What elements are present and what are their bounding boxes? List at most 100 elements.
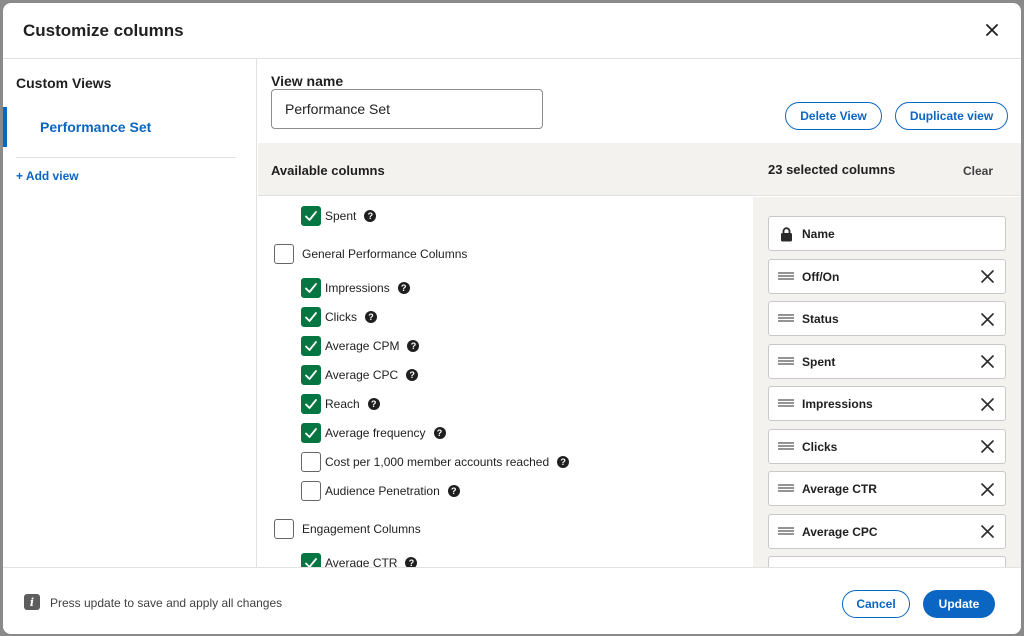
help-icon[interactable]: ? <box>557 456 570 468</box>
column-group[interactable]: General Performance Columns <box>274 243 467 265</box>
help-icon[interactable]: ? <box>397 282 410 294</box>
close-icon <box>986 24 998 36</box>
column-option[interactable]: Audience Penetration? <box>301 480 460 502</box>
column-checkbox[interactable] <box>301 394 321 414</box>
drag-handle-icon[interactable] <box>778 397 794 411</box>
help-icon[interactable]: ? <box>365 311 377 323</box>
add-view-link[interactable]: + Add view <box>16 169 79 183</box>
selected-column-chip[interactable]: Clicks <box>768 428 1006 464</box>
column-checkbox[interactable] <box>301 336 321 356</box>
remove-column-button[interactable] <box>978 395 996 413</box>
lock-icon <box>778 226 794 241</box>
selected-column-label: Spent <box>802 354 836 369</box>
selected-columns-panel[interactable]: Name Off/On Status Spent Impressions Clicks Av… <box>753 197 1021 567</box>
close-icon <box>980 270 994 283</box>
column-option-label: Engagement Columns <box>302 522 421 536</box>
view-name-input[interactable] <box>271 89 543 129</box>
remove-column-button[interactable] <box>978 523 996 541</box>
close-button[interactable] <box>981 19 1003 41</box>
delete-view-button[interactable]: Delete View <box>785 102 882 130</box>
selected-column-chip[interactable]: Impressions <box>768 386 1006 421</box>
sidebar-divider <box>16 157 236 158</box>
selected-column-label: Clicks <box>802 439 838 454</box>
column-option[interactable]: Spent? <box>301 205 377 227</box>
selected-column-label: Average CTR <box>802 482 877 496</box>
help-icon[interactable]: ? <box>364 210 377 222</box>
selected-column-label: Off/On <box>802 269 840 284</box>
column-option[interactable]: Cost per 1,000 member accounts reached? <box>301 451 570 473</box>
selected-columns-count: 23 selected columns <box>768 162 896 177</box>
help-icon[interactable]: ? <box>447 485 460 497</box>
close-icon <box>980 482 994 496</box>
checkmark-icon <box>305 558 317 567</box>
drag-handle-icon[interactable] <box>778 440 794 454</box>
help-icon[interactable]: ? <box>405 557 418 567</box>
column-option[interactable]: Clicks? <box>301 306 377 328</box>
active-indicator <box>3 107 7 147</box>
remove-column-button[interactable] <box>978 353 996 371</box>
selected-column-chip[interactable]: Average CTR <box>768 471 1006 506</box>
selected-column-chip[interactable]: Status <box>768 301 1006 336</box>
duplicate-view-button[interactable]: Duplicate view <box>895 102 1008 130</box>
available-columns-list[interactable]: Spent? General Performance Columns Impress… <box>258 197 753 567</box>
checkmark-icon <box>305 370 317 380</box>
column-option[interactable]: Average frequency? <box>301 422 446 444</box>
column-option-label: Cost per 1,000 member accounts reached <box>325 455 550 469</box>
column-checkbox[interactable] <box>301 553 321 567</box>
help-icon[interactable]: ? <box>407 340 420 352</box>
clear-button[interactable]: Clear <box>963 164 993 178</box>
modal-footer: i Press update to save and apply all cha… <box>3 567 1021 634</box>
sidebar-item-performance-set[interactable]: Performance Set <box>3 107 256 147</box>
drag-handle-icon[interactable] <box>778 355 794 369</box>
column-checkbox[interactable] <box>274 244 294 264</box>
drag-handle-icon[interactable] <box>778 482 794 496</box>
column-checkbox[interactable] <box>301 481 321 501</box>
sidebar-item-label: Performance Set <box>40 119 152 135</box>
selected-column-chip[interactable]: Off/On <box>768 258 1006 294</box>
column-option-label: Average frequency <box>325 426 426 440</box>
column-option-label: Impressions <box>325 281 390 295</box>
help-icon[interactable]: ? <box>367 398 380 410</box>
column-option-label: General Performance Columns <box>302 247 468 261</box>
selected-column-chip[interactable]: Spent <box>768 343 1006 379</box>
checkmark-icon <box>305 312 317 322</box>
checkmark-icon <box>305 341 317 351</box>
column-option-label: Clicks <box>325 310 357 324</box>
column-checkbox[interactable] <box>301 452 321 472</box>
column-checkbox[interactable] <box>301 278 321 298</box>
help-icon[interactable]: ? <box>433 427 446 439</box>
column-option[interactable]: Average CTR? <box>301 552 418 567</box>
selected-column-chip[interactable]: Name <box>768 216 1006 251</box>
column-option-label: Average CPM <box>325 339 400 353</box>
column-option[interactable]: Reach? <box>301 393 380 415</box>
remove-column-button[interactable] <box>978 438 996 456</box>
close-icon <box>980 440 994 453</box>
column-checkbox[interactable] <box>301 365 321 385</box>
column-checkbox[interactable] <box>274 519 294 539</box>
sidebar-title: Custom Views <box>16 75 112 91</box>
selected-column-chip[interactable]: Average CPC <box>768 513 1006 549</box>
columns-header: Available columns 23 selected columns Cl… <box>258 143 1021 196</box>
column-group[interactable]: Engagement Columns <box>274 518 421 540</box>
selected-column-chip[interactable] <box>768 556 1006 567</box>
drag-handle-icon[interactable] <box>778 270 794 284</box>
column-option[interactable]: Average CPC? <box>301 364 419 386</box>
remove-column-button[interactable] <box>978 480 996 498</box>
column-checkbox[interactable] <box>301 206 321 226</box>
remove-column-button[interactable] <box>978 268 996 286</box>
cancel-button[interactable]: Cancel <box>842 590 910 618</box>
column-option-label: Spent <box>325 209 357 223</box>
drag-handle-icon[interactable] <box>778 312 794 326</box>
update-button[interactable]: Update <box>923 590 995 618</box>
column-option[interactable]: Impressions? <box>301 277 410 299</box>
help-icon[interactable]: ? <box>406 369 419 381</box>
drag-handle-icon[interactable] <box>778 525 794 539</box>
column-option-label: Audience Penetration <box>325 484 440 498</box>
column-checkbox[interactable] <box>301 307 321 327</box>
customize-columns-modal: Customize columns Custom Views Performan… <box>3 3 1021 634</box>
column-checkbox[interactable] <box>301 423 321 443</box>
column-option-label: Average CTR <box>325 556 398 567</box>
footer-message: Press update to save and apply all chang… <box>50 596 283 610</box>
remove-column-button[interactable] <box>978 310 996 328</box>
column-option[interactable]: Average CPM? <box>301 335 420 357</box>
